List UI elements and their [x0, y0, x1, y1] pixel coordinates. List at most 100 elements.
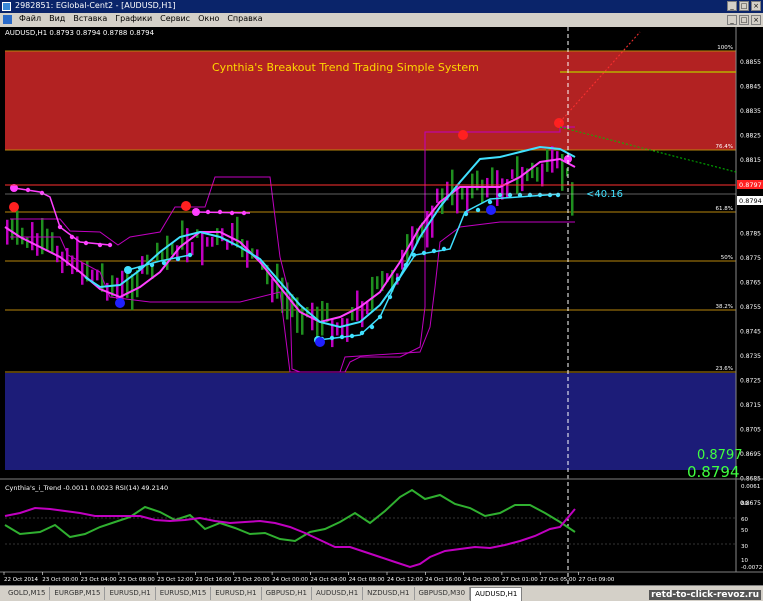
price-axis-label: 0.8725 [740, 378, 761, 385]
candle [466, 186, 469, 213]
candle [471, 173, 474, 199]
indicator-axis-label: 30 [741, 544, 748, 550]
menu-item[interactable]: Окно [198, 14, 219, 23]
indicator-axis-label: 10 [741, 558, 748, 564]
trend-dot [241, 210, 247, 216]
trend-dot [161, 260, 167, 266]
price-axis-label: 0.8735 [740, 353, 761, 360]
trend-dot [359, 330, 365, 336]
chart-tab[interactable]: GBPUSD,M30 [414, 587, 471, 600]
indicator-axis-label: 50 [741, 528, 748, 534]
candle [371, 276, 374, 312]
chart-tab[interactable]: GBPUSD,H1 [261, 587, 312, 600]
trend-dot [497, 192, 503, 198]
chart-tab[interactable]: EURUSD,M15 [155, 587, 212, 600]
candle [206, 237, 209, 247]
chart-tab[interactable]: EURGBP,M15 [50, 587, 106, 600]
buy-signal-dot [315, 337, 325, 347]
chart-area[interactable]: 100% 76.4% 61.8% 50% 38.2% 23.6% 0.8855 0.8845… [0, 27, 763, 585]
chart-tabs-bar: GOLD,M15 EURGBP,M15 EURUSD,H1 EURUSD,M15 EUR… [0, 585, 763, 601]
time-axis-label: 27 Oct 09:00 [579, 577, 615, 583]
candle [61, 251, 64, 274]
time-axis-label: 24 Oct 16:00 [425, 577, 461, 583]
candle [236, 216, 239, 248]
menu-item[interactable]: Вид [49, 14, 65, 23]
chart-tab[interactable]: EURUSD,H1 [211, 587, 262, 600]
trend-dot [441, 246, 447, 252]
menu-item[interactable]: Сервис [160, 14, 190, 23]
trend-dot [25, 187, 31, 193]
bid-price-big: 0.8797 [697, 448, 743, 463]
child-close-button[interactable]: × [751, 15, 761, 25]
app-icon [2, 2, 11, 11]
candle [271, 278, 274, 303]
fib-level-label: 23.6% [716, 366, 733, 372]
price-axis-label: 0.8785 [740, 231, 761, 238]
candle [521, 166, 524, 192]
candle [351, 307, 354, 321]
ask-price-big: 0.8794 [687, 463, 740, 481]
time-axis-label: 24 Oct 12:00 [387, 577, 423, 583]
candle [321, 301, 324, 336]
close-button[interactable]: × [751, 1, 761, 11]
trend-dot [431, 248, 437, 254]
candle [356, 290, 359, 321]
time-axis-label: 23 Oct 00:00 [42, 577, 78, 583]
maximize-button[interactable]: □ [739, 1, 749, 11]
trend-dot [83, 240, 89, 246]
candle [76, 236, 79, 273]
pips-label: <40.16 [586, 189, 623, 200]
time-axis-label: 24 Oct 08:00 [349, 577, 385, 583]
candle [511, 169, 514, 179]
time-axis-label: 27 Oct 01:00 [502, 577, 538, 583]
candle [51, 232, 54, 253]
trend-dot [57, 224, 63, 230]
candle [531, 162, 534, 179]
candle [496, 170, 499, 206]
child-minimize-button[interactable]: _ [727, 15, 737, 25]
chart-tab[interactable]: GOLD,M15 [4, 587, 51, 600]
menu-bar: Файл Вид Вставка Графики Сервис Окно Справка _… [0, 13, 763, 28]
sell-signal-dot [554, 118, 564, 128]
time-axis-label: 23 Oct 04:00 [81, 577, 117, 583]
time-axis-label: 23 Oct 08:00 [119, 577, 155, 583]
price-axis-label: 0.8835 [740, 108, 761, 115]
time-axis-label: 27 Oct 05:00 [540, 577, 576, 583]
cynthia-trend-line [4, 506, 576, 569]
indicator-axis-label: 0.0061 [741, 484, 760, 490]
chart-tab[interactable]: NZDUSD,H1 [363, 587, 415, 600]
trend-start-dot [124, 266, 132, 274]
menu-item[interactable]: Файл [19, 14, 41, 23]
trend-dot [555, 192, 561, 198]
menu-item[interactable]: Справка [227, 14, 262, 23]
menu-item[interactable]: Графики [115, 14, 152, 23]
candle [16, 210, 19, 245]
time-axis-label: 24 Oct 00:00 [272, 577, 308, 583]
minimize-button[interactable]: _ [727, 1, 737, 11]
price-chart[interactable]: 100% 76.4% 61.8% 50% 38.2% 23.6% 0.8855 0.8845… [0, 27, 763, 585]
candle [211, 236, 214, 247]
trend-dot [527, 192, 533, 198]
buy-signal-dot [115, 298, 125, 308]
price-axis-label: 0.8815 [740, 157, 761, 164]
chart-tab[interactable]: EURUSD,H1 [105, 587, 156, 600]
chart-tab[interactable]: AUDUSD,H1 [311, 587, 364, 600]
time-axis-label: 24 Oct 20:00 [464, 577, 500, 583]
trend-dot [537, 192, 543, 198]
trend-dot [377, 314, 383, 320]
chart-tab[interactable]: AUDUSD,H1 [470, 587, 523, 601]
child-restore-button[interactable]: □ [739, 15, 749, 25]
candle [331, 319, 334, 348]
candle [461, 187, 464, 200]
candle [156, 242, 159, 262]
candle [21, 227, 24, 245]
fib-level-label: 38.2% [716, 304, 733, 310]
candle [56, 245, 59, 263]
trend-dot [395, 276, 401, 282]
trend-dot [205, 209, 211, 215]
menu-item[interactable]: Вставка [73, 14, 107, 23]
trend-dot [349, 333, 355, 339]
candle [346, 318, 349, 342]
trend-dot [69, 234, 75, 240]
price-axis-label: 0.8705 [740, 427, 761, 434]
